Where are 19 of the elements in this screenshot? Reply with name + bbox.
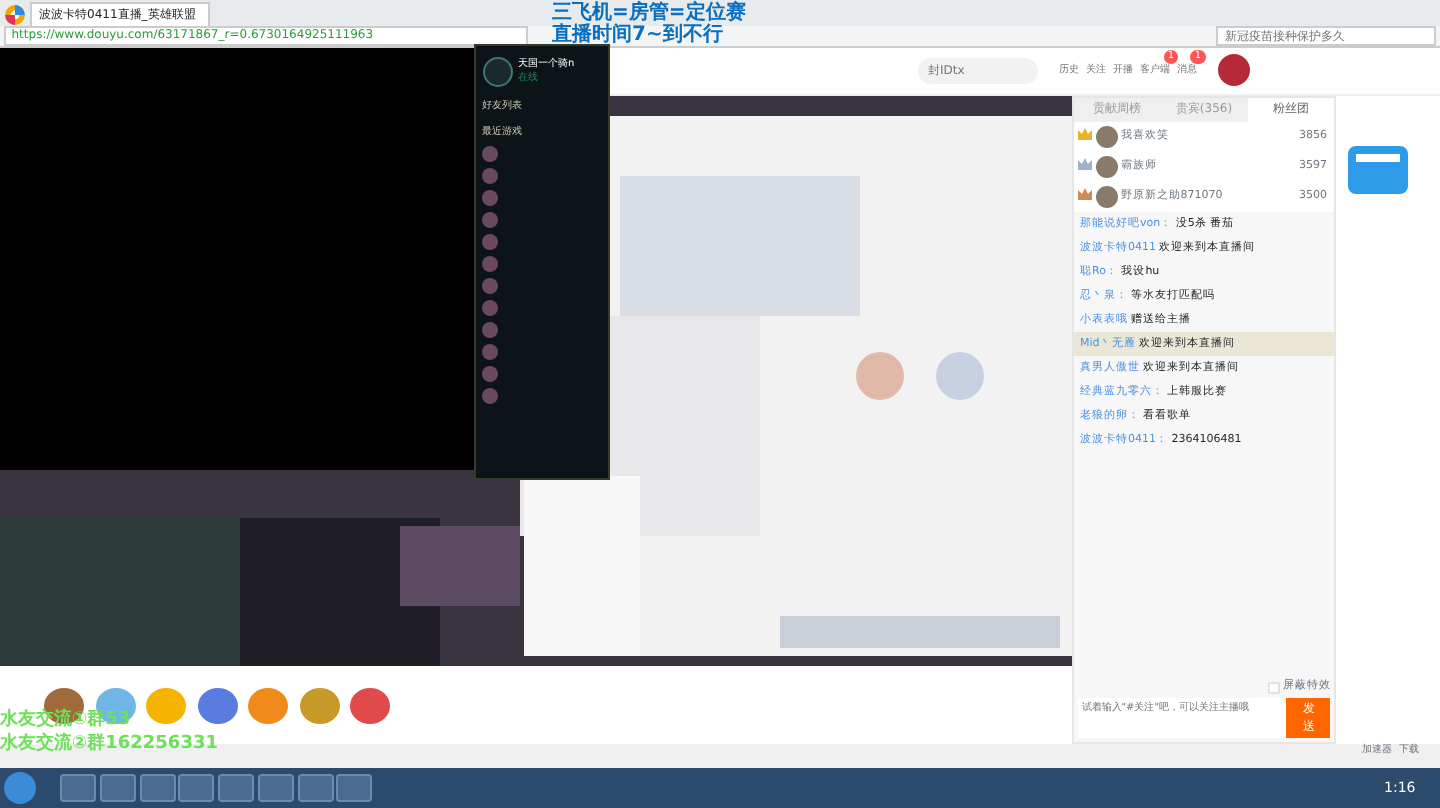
taskbar-app-icon[interactable] [178, 774, 215, 802]
overlay-text: 直播时间7~到不行 [552, 24, 723, 46]
taskbar-app-icon[interactable] [218, 774, 254, 802]
start-button[interactable] [3, 772, 36, 804]
taskbar-app-icon[interactable] [99, 774, 136, 802]
avatar-icon [1095, 125, 1117, 148]
overlay-text: 水友交流②群162256331 [0, 734, 218, 756]
avatar-icon[interactable] [1218, 54, 1250, 87]
taskbar-app-icon[interactable] [60, 774, 96, 802]
taskbar-app-icon[interactable] [257, 774, 294, 802]
avatar-icon [1095, 155, 1117, 178]
taskbar-app-icon[interactable] [297, 774, 333, 802]
avatar-icon [1095, 185, 1117, 208]
shield-checkbox[interactable] [1267, 681, 1279, 694]
taskbar-app-icon[interactable] [139, 774, 175, 802]
browser-logo-icon[interactable] [3, 4, 26, 26]
overlay-text: 三飞机=房管=定位赛 [552, 2, 746, 24]
avatar-icon [482, 56, 514, 88]
taskbar-app-icon[interactable] [336, 774, 373, 802]
